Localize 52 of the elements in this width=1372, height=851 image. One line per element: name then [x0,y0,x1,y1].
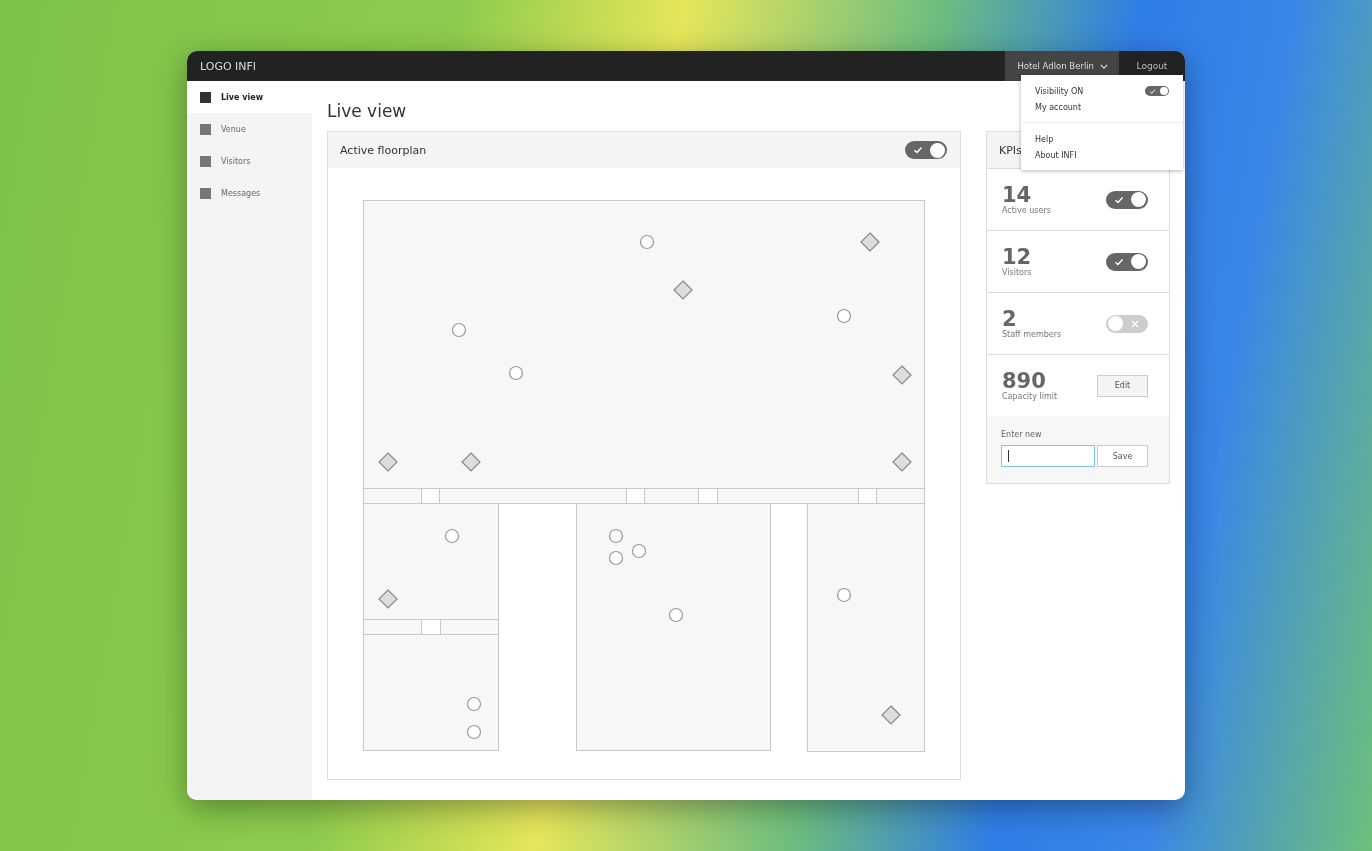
diamond-marker[interactable] [378,452,398,472]
sidebar-item[interactable]: Live view [187,81,312,113]
diamond-marker[interactable] [881,705,901,725]
diamond-marker[interactable] [673,280,693,300]
check-icon [913,145,923,155]
kpi-value: 2 [1002,308,1017,330]
menu-item[interactable]: My account [1035,103,1169,112]
check-icon [1114,194,1124,205]
check-icon [1149,87,1156,95]
input-field[interactable] [1001,445,1095,467]
square-icon [200,187,211,199]
kpi-value: 890 [1002,370,1046,392]
kpi-label: Active users [1002,206,1051,215]
diamond-marker[interactable] [892,365,912,385]
kpi-label: Staff members [1002,330,1062,339]
menu-item-label: Visibility ON [1035,86,1084,96]
square-icon [200,155,211,167]
square-icon [200,123,211,135]
kpi-label: Capacity limit [1002,392,1058,401]
page-title: Live view [327,101,407,121]
caret-icon [1100,63,1108,69]
wall-segment [644,488,699,504]
save-button[interactable]: Save [1097,445,1148,467]
kpi-label: Visitors [1002,268,1032,277]
diamond-marker[interactable] [892,452,912,472]
toggle-switch[interactable] [1106,314,1148,333]
wall-segment [440,619,499,635]
sidebar-item[interactable]: Venue [187,113,312,145]
sidebar-item[interactable]: Visitors [187,145,312,177]
square-icon [200,91,211,103]
toggle-switch[interactable] [1106,190,1148,209]
menu-item[interactable]: Help [1035,135,1169,144]
edit-button[interactable]: Edit [1097,374,1148,397]
wall-segment [363,488,422,504]
diamond-marker[interactable] [461,452,481,472]
toggle-switch[interactable] [905,141,947,159]
diamond-marker[interactable] [378,589,398,609]
toggle-switch[interactable] [1106,252,1148,271]
wall-segment [876,488,925,504]
kpi-value: 12 [1002,246,1032,268]
field-label: Enter new [1001,430,1043,439]
panel-title: KPIs [999,143,1022,157]
cross-icon [1130,318,1140,329]
wall-segment [363,619,422,635]
kpi-value: 14 [1002,184,1033,206]
diamond-marker[interactable] [860,232,880,252]
menu-item[interactable]: About INFI [1035,151,1169,160]
panel-title: Active floorplan [340,143,427,157]
check-icon [1114,256,1124,267]
sidebar-item[interactable]: Messages [187,177,312,209]
toggle-switch[interactable] [1145,86,1169,96]
logo-text: LOGO INFI [199,59,257,73]
